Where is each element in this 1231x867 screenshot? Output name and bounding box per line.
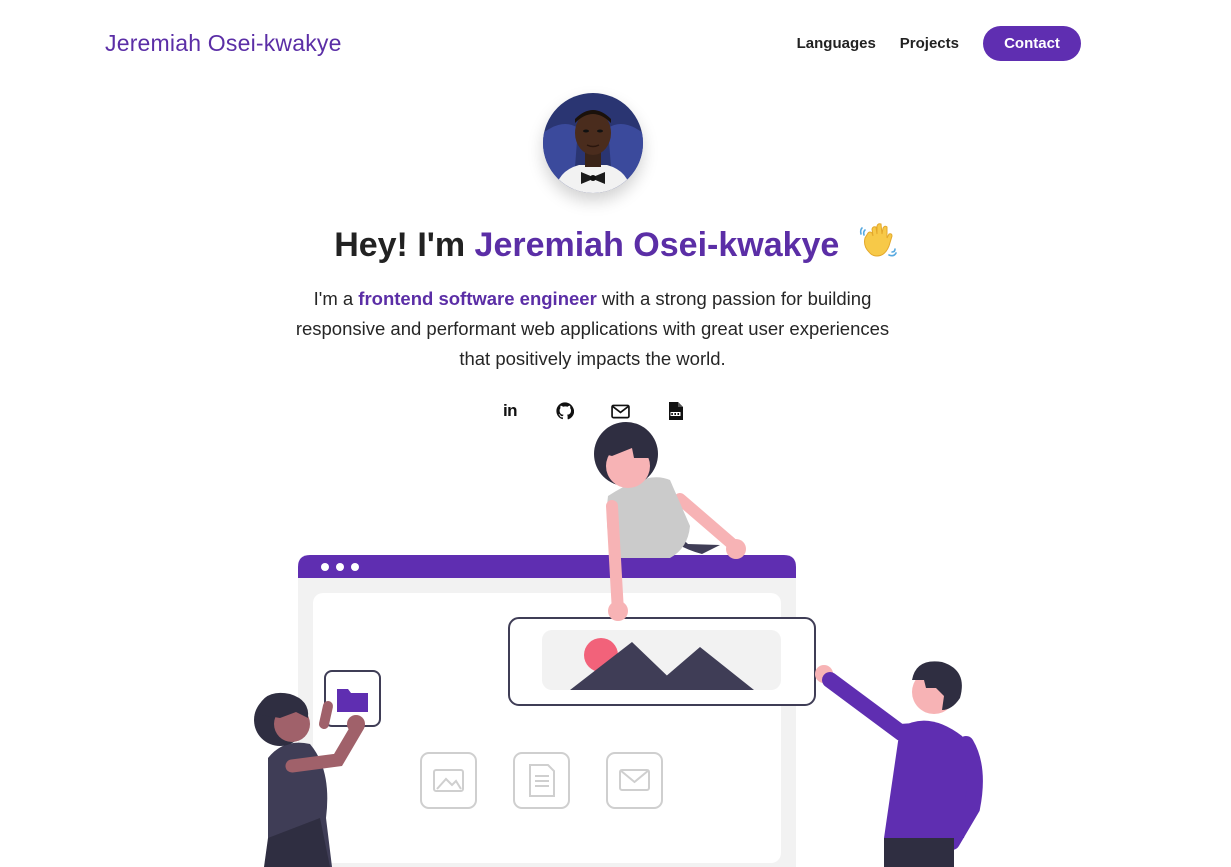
waving-hand-icon: [859, 222, 897, 269]
image-card-graphic: [508, 617, 816, 706]
desc-highlight: frontend software engineer: [358, 288, 597, 309]
nav-link-languages[interactable]: Languages: [797, 35, 876, 52]
profile-avatar: [543, 93, 643, 193]
man-right-graphic: [815, 661, 983, 867]
hero-description: I'm a frontend software engineer with a …: [290, 284, 895, 374]
nav-links: Languages Projects Contact: [797, 26, 1081, 61]
hero-name: Jeremiah Osei-kwakye: [474, 226, 840, 264]
hero-illustration: [240, 418, 1000, 867]
brand-logo-text[interactable]: Jeremiah Osei-kwakye: [105, 30, 342, 57]
hero-greeting: Hey! I'm: [334, 226, 466, 264]
hero-title: Hey! I'm Jeremiah Osei-kwakye: [0, 222, 1231, 269]
desc-prefix: I'm a: [313, 288, 354, 309]
contact-button[interactable]: Contact: [983, 26, 1081, 61]
nav-link-projects[interactable]: Projects: [900, 35, 959, 52]
navbar: Jeremiah Osei-kwakye Languages Projects …: [0, 0, 1231, 88]
file-tiles-graphic: [420, 752, 663, 809]
